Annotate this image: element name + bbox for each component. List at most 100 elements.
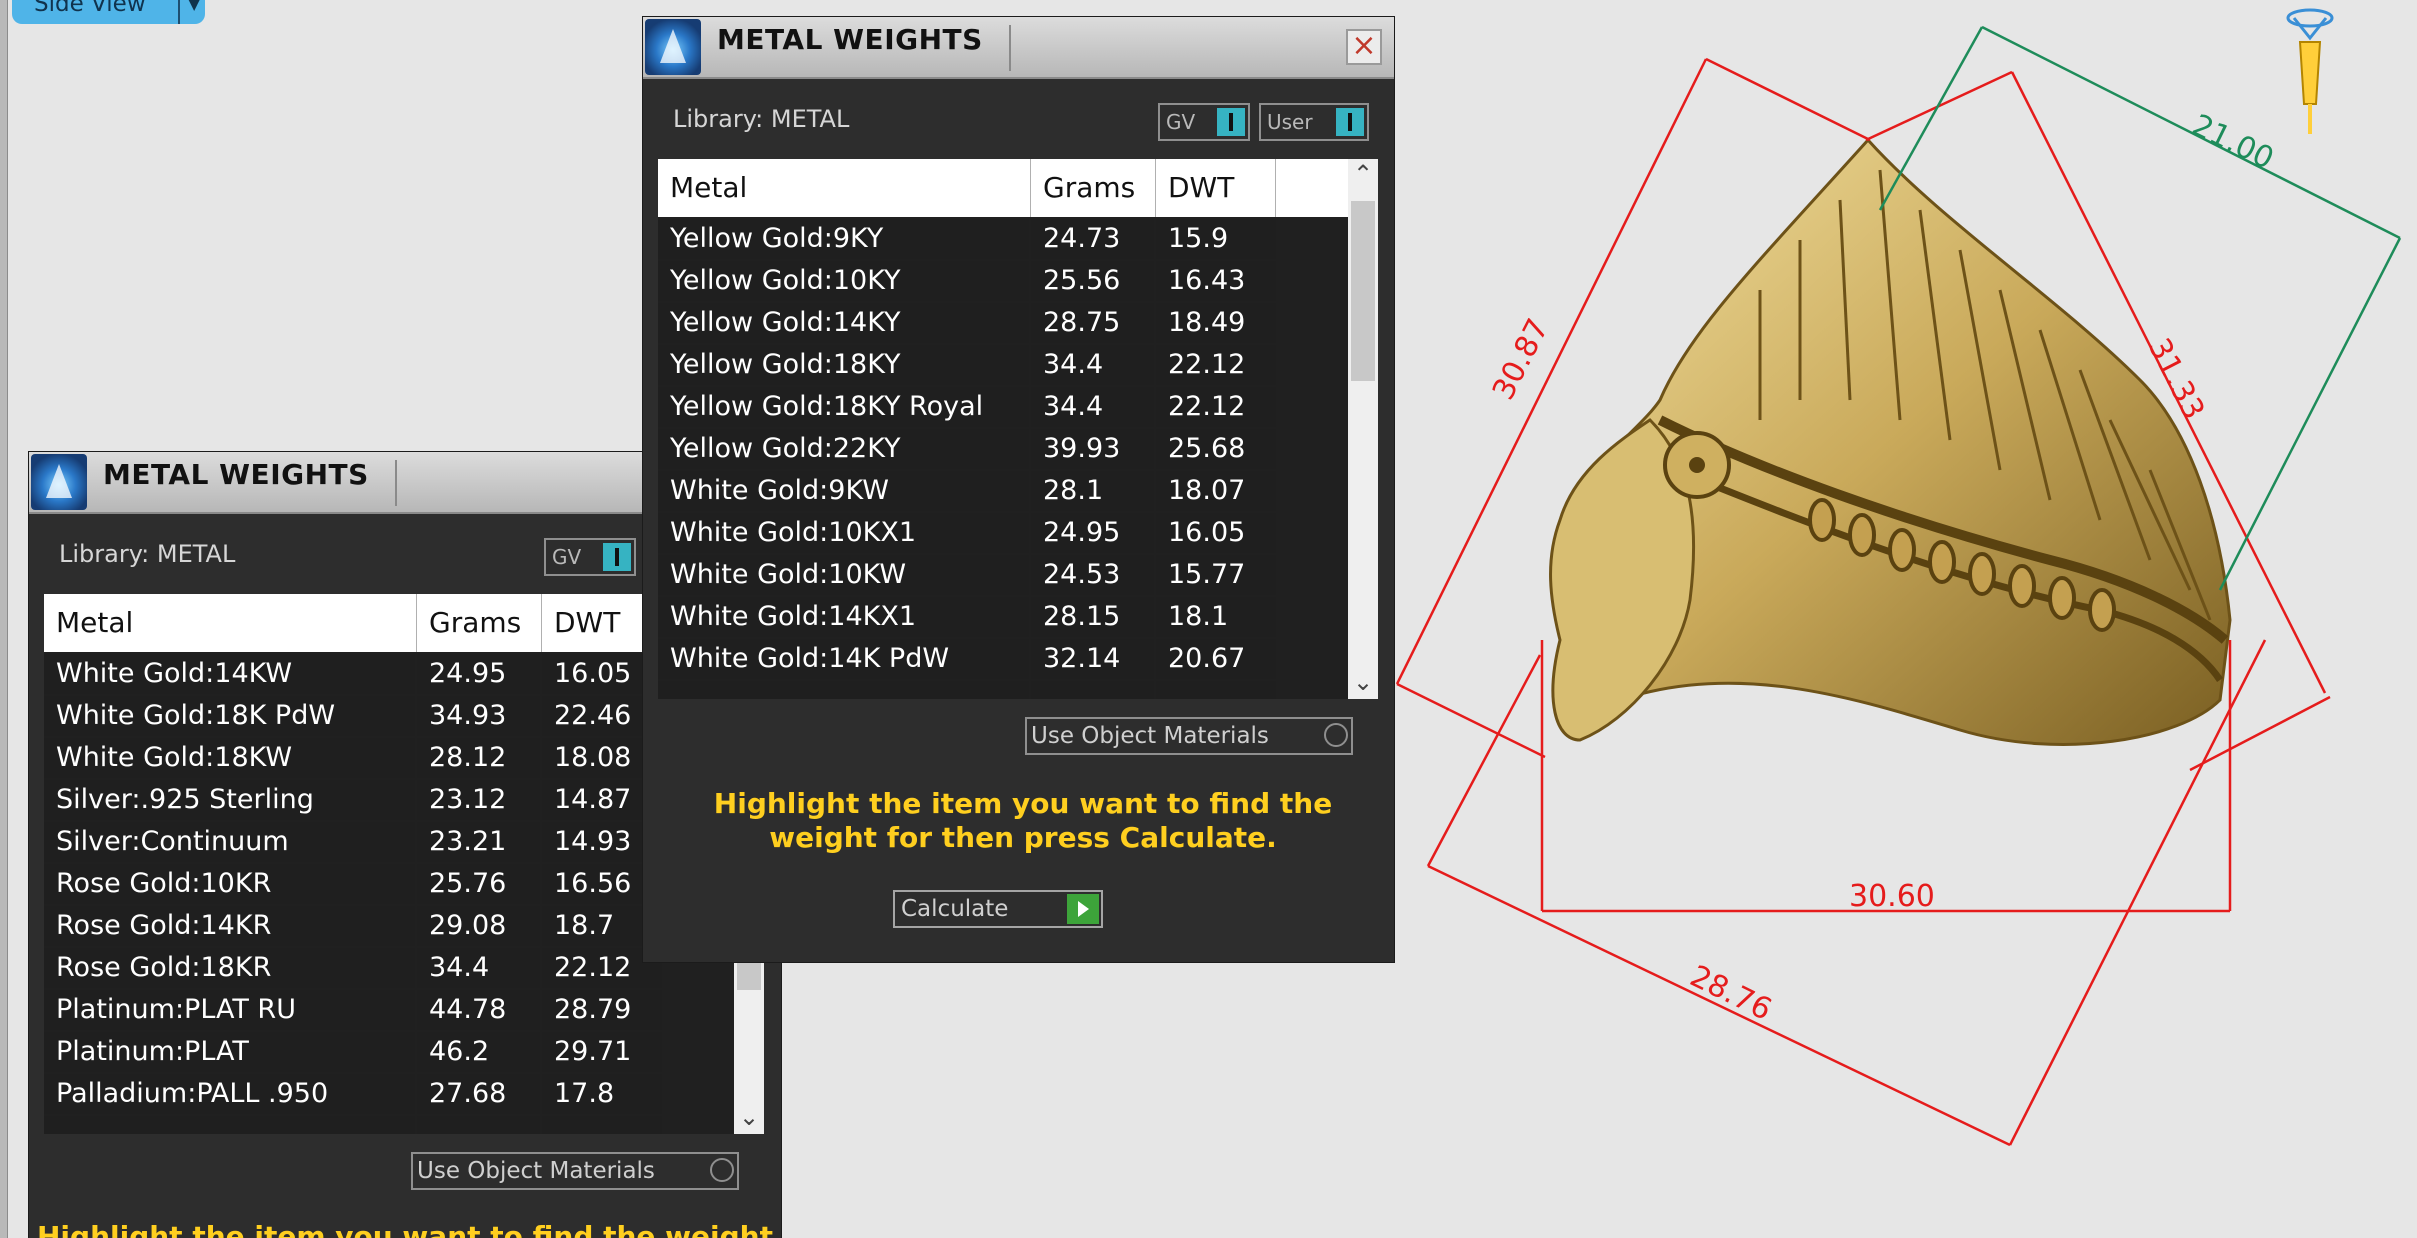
grams-cell: 44.78 [417, 990, 540, 1030]
title-divider [395, 460, 397, 506]
grams-cell: 34.4 [1031, 387, 1154, 427]
grams-cell: 24.53 [1031, 555, 1154, 595]
grams-cell: 46.2 [417, 1032, 540, 1072]
hint-text: Highlight the item you want to find the … [713, 787, 1333, 854]
grams-cell: 23.21 [417, 822, 540, 862]
dwt-cell: 16.05 [1156, 513, 1276, 553]
grams-cell: 24.95 [1031, 513, 1154, 553]
library-label: Library: METAL [673, 105, 850, 133]
metal-cell: Silver:.925 Sterling [44, 780, 415, 820]
grams-cell: 24.95 [417, 654, 540, 694]
grams-cell: 34.93 [417, 696, 540, 736]
metal-cell: White Gold:14K PdW [658, 639, 1029, 679]
chevron-down-icon[interactable]: ▼ [188, 0, 200, 24]
panel-title: METAL WEIGHTS [717, 23, 983, 56]
toggle-switch-icon [1336, 108, 1364, 136]
metal-cell: White Gold:14KX1 [658, 597, 1029, 637]
title-bar[interactable]: METAL WEIGHTS × [643, 17, 1394, 79]
grams-cell: 32.14 [1031, 639, 1154, 679]
gv-toggle[interactable]: GV [544, 538, 636, 576]
table-rows: White Gold:14KW 24.95 16.05 White Gold:18K… [44, 654, 734, 1134]
scroll-down-icon[interactable]: ⌄ [1348, 667, 1378, 697]
dwt-cell [1156, 681, 1276, 699]
grams-cell: 28.1 [1031, 471, 1154, 511]
metal-cell: Palladium:PALL .950 [44, 1074, 415, 1114]
view-selector-tab[interactable]: Side View ▼ [12, 0, 205, 24]
hint-text: Highlight the item you want to find the … [37, 1220, 773, 1238]
scroll-down-icon[interactable]: ⌄ [734, 1102, 764, 1132]
dwt-cell: 20.67 [1156, 639, 1276, 679]
use-object-materials-checkbox[interactable]: Use Object Materials [411, 1152, 739, 1190]
metal-cell: Platinum:PLAT [44, 1032, 415, 1072]
radio-circle-icon[interactable] [710, 1158, 734, 1182]
calculate-label: Calculate [901, 896, 1009, 922]
use-object-materials-label: Use Object Materials [417, 1158, 655, 1184]
grams-cell: 28.15 [1031, 597, 1154, 637]
metal-weights-panel-front[interactable]: METAL WEIGHTS × Library: METAL GV User M… [643, 17, 1394, 962]
user-toggle-label: User [1267, 110, 1313, 134]
toggle-switch-icon [603, 543, 631, 571]
metal-cell: Rose Gold:10KR [44, 864, 415, 904]
scroll-thumb[interactable] [1351, 201, 1375, 381]
view-selector-label: Side View [34, 0, 146, 17]
metal-cell: Yellow Gold:10KY [658, 261, 1029, 301]
grams-cell: 27.68 [417, 1074, 540, 1114]
grams-cell: 29.08 [417, 906, 540, 946]
metal-cell: Rose Gold:14KR [44, 906, 415, 946]
dwt-cell: 18.49 [1156, 303, 1276, 343]
table-scrollbar[interactable]: ⌃ ⌄ [1348, 159, 1378, 699]
view-selector-divider [178, 0, 180, 24]
metal-cell: Rose Gold:18KR [44, 948, 415, 988]
gv-toggle[interactable]: GV [1158, 103, 1250, 141]
grams-cell [1031, 681, 1154, 699]
dwt-cell: 22.12 [1156, 387, 1276, 427]
dwt-cell: 29.71 [542, 1032, 662, 1072]
dwt-cell: 15.9 [1156, 219, 1276, 259]
grams-cell: 25.76 [417, 864, 540, 904]
dwt-cell: 18.1 [1156, 597, 1276, 637]
grams-cell: 24.73 [1031, 219, 1154, 259]
column-header-grams[interactable]: Grams [1031, 159, 1156, 217]
gv-toggle-label: GV [552, 545, 582, 569]
grams-cell: 25.56 [1031, 261, 1154, 301]
camera-navigator-icon[interactable] [2280, 4, 2340, 140]
metal-cell: Yellow Gold:9KY [658, 219, 1029, 259]
viewport-left-border [0, 0, 8, 1238]
dwt-cell [542, 1116, 662, 1134]
metal-cell: Yellow Gold:22KY [658, 429, 1029, 469]
metal-table[interactable]: Metal Grams DWT Yellow Gold:9KY 24.73 15.9… [658, 159, 1378, 699]
headdress-model [1549, 137, 2232, 746]
column-header-metal[interactable]: Metal [44, 594, 417, 652]
dimension-label-28-76: 28.76 [1684, 959, 1777, 1028]
column-header-metal[interactable]: Metal [658, 159, 1031, 217]
grams-cell [417, 1116, 540, 1134]
model-viewport[interactable]: 21.00 30.87 31.33 30.60 28.76 [1360, 0, 2417, 1238]
column-header-dwt[interactable]: DWT [1156, 159, 1276, 217]
dwt-cell: 22.12 [1156, 345, 1276, 385]
close-icon[interactable]: × [1346, 29, 1382, 65]
metal-cell: White Gold:9KW [658, 471, 1029, 511]
metal-cell: White Gold:18KW [44, 738, 415, 778]
metal-cell: Silver:Continuum [44, 822, 415, 862]
grams-cell: 28.12 [417, 738, 540, 778]
user-toggle[interactable]: User [1259, 103, 1369, 141]
calculate-button[interactable]: Calculate [893, 890, 1103, 928]
panel-title: METAL WEIGHTS [103, 458, 369, 491]
metal-cell: White Gold:14KW [44, 654, 415, 694]
grams-cell: 28.75 [1031, 303, 1154, 343]
toggle-switch-icon [1217, 108, 1245, 136]
scroll-up-icon[interactable]: ⌃ [1348, 159, 1378, 189]
grams-cell: 39.93 [1031, 429, 1154, 469]
table-header: Metal Grams DWT [658, 159, 1378, 217]
column-header-grams[interactable]: Grams [417, 594, 542, 652]
metal-cell [44, 1116, 415, 1134]
radio-circle-icon[interactable] [1324, 723, 1348, 747]
dimension-label-30-87: 30.87 [1486, 313, 1556, 405]
use-object-materials-checkbox[interactable]: Use Object Materials [1025, 717, 1353, 755]
metal-cell [658, 681, 1029, 699]
title-divider [1009, 25, 1011, 71]
use-object-materials-label: Use Object Materials [1031, 723, 1269, 749]
dimension-label-21: 21.00 [2186, 108, 2279, 177]
dimension-label-30-60: 30.60 [1849, 879, 1935, 914]
dwt-cell: 15.77 [1156, 555, 1276, 595]
